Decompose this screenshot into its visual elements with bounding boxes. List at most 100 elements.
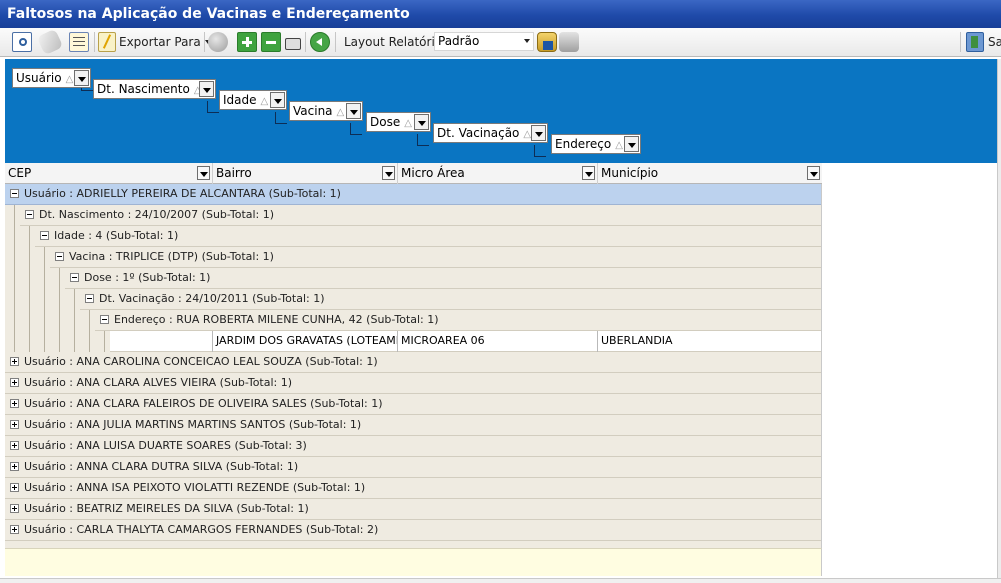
- export-icon: [98, 32, 116, 52]
- column-header-municipio[interactable]: Município: [598, 163, 822, 184]
- expand-icon[interactable]: [10, 504, 19, 513]
- exit-button[interactable]: Sa: [966, 31, 1001, 53]
- expand-icon[interactable]: [10, 420, 19, 429]
- group-row-usuario[interactable]: Usuário : ADRIELLY PEREIRA DE ALCANTARA …: [5, 184, 821, 205]
- collapse-icon[interactable]: [85, 294, 94, 303]
- collapse-icon[interactable]: [55, 252, 64, 261]
- group-row-idade[interactable]: Idade : 4 (Sub-Total: 1): [35, 226, 821, 247]
- group-chip-idade[interactable]: Idade △: [219, 90, 287, 110]
- export-menu-button[interactable]: Exportar Para: [98, 31, 211, 53]
- export-label: Exportar Para: [119, 35, 201, 49]
- collapse-icon[interactable]: [40, 231, 49, 240]
- group-by-panel: Usuário △ Dt. Nascimento △ Idade △ Vacina △ …: [5, 59, 997, 163]
- vertical-scrollbar[interactable]: [997, 59, 1001, 579]
- group-row-usuario[interactable]: Usuário : ANNA CLARA DUTRA SILVA (Sub-To…: [5, 457, 821, 478]
- layout-select[interactable]: Padrão: [434, 32, 534, 51]
- group-row-label: Dose : 1º (Sub-Total: 1): [84, 271, 211, 284]
- group-row-usuario[interactable]: Usuário : ANA LUISA DUARTE SOARES (Sub-T…: [5, 436, 821, 457]
- expand-icon[interactable]: [10, 525, 19, 534]
- group-row-usuario[interactable]: Usuário : CARLA THALYTA CAMARGOS FERNAND…: [5, 520, 821, 541]
- group-row-usuario[interactable]: Usuário : ANNA ISA PEIXOTO VIOLATTI REZE…: [5, 478, 821, 499]
- data-row[interactable]: JARDIM DOS GRAVATAS (LOTEAMENT MICROAREA…: [110, 331, 821, 352]
- group-row-label: Usuário : ANA CAROLINA CONCEICAO LEAL SO…: [24, 355, 378, 368]
- cell-cep[interactable]: [110, 331, 213, 352]
- expand-icon[interactable]: [10, 357, 19, 366]
- filter-dropdown-icon[interactable]: [199, 81, 214, 97]
- group-chip-dt-nascimento[interactable]: Dt. Nascimento △: [93, 79, 216, 99]
- group-row-usuario[interactable]: Usuário : ANA CAROLINA CONCEICAO LEAL SO…: [5, 352, 821, 373]
- expand-all-button[interactable]: [237, 31, 257, 53]
- sort-asc-icon[interactable]: △: [261, 96, 269, 107]
- filter-dropdown-icon[interactable]: [270, 92, 285, 108]
- column-header-label: Micro Área: [401, 166, 465, 180]
- expand-icon[interactable]: [10, 399, 19, 408]
- sort-asc-icon[interactable]: △: [337, 107, 345, 118]
- print-button[interactable]: [285, 31, 301, 53]
- collapse-icon[interactable]: [100, 315, 109, 324]
- filter-dropdown-icon[interactable]: [74, 70, 89, 86]
- collapse-icon[interactable]: [70, 273, 79, 282]
- save-layout-button[interactable]: [537, 31, 557, 53]
- save-layout-icon: [537, 32, 557, 52]
- cell-municipio[interactable]: UBERLANDIA: [598, 331, 821, 352]
- clear-button[interactable]: [36, 28, 64, 56]
- collapse-all-button[interactable]: [261, 31, 281, 53]
- column-header-cep[interactable]: CEP: [5, 163, 213, 184]
- filter-dropdown-icon[interactable]: [807, 166, 820, 180]
- group-row-usuario[interactable]: Usuário : ANA CLARA FALEIROS DE OLIVEIRA…: [5, 394, 821, 415]
- group-row-label: Vacina : TRIPLICE (DTP) (Sub-Total: 1): [69, 250, 274, 263]
- group-row-label: Usuário : ANNA ISA PEIXOTO VIOLATTI REZE…: [24, 481, 366, 494]
- collapse-icon[interactable]: [10, 189, 19, 198]
- filter-dropdown-icon[interactable]: [197, 166, 210, 180]
- delete-layout-icon: [559, 32, 579, 52]
- group-chip-vacina[interactable]: Vacina △: [289, 101, 363, 121]
- group-chip-usuario[interactable]: Usuário △: [12, 68, 91, 88]
- exit-label: Sa: [988, 35, 1001, 49]
- group-chip-dt-vacinacao[interactable]: Dt. Vacinação △: [433, 123, 548, 143]
- group-row-label: Dt. Vacinação : 24/10/2011 (Sub-Total: 1…: [99, 292, 325, 305]
- expand-icon[interactable]: [10, 462, 19, 471]
- sort-asc-icon[interactable]: △: [66, 74, 74, 85]
- group-row-usuario[interactable]: Usuário : BEATRIZ MEIRELES DA SILVA (Sub…: [5, 499, 821, 520]
- preview-button[interactable]: [12, 31, 32, 53]
- sort-asc-icon[interactable]: △: [615, 140, 623, 151]
- column-header-label: Bairro: [216, 166, 252, 180]
- sort-asc-icon[interactable]: △: [404, 118, 412, 129]
- expand-icon[interactable]: [10, 483, 19, 492]
- column-header-label: CEP: [8, 166, 32, 180]
- layout-label: Layout Relatório: [344, 35, 443, 49]
- filter-dropdown-icon[interactable]: [346, 103, 361, 119]
- group-chip-label: Idade: [223, 93, 257, 107]
- group-chip-endereco[interactable]: Endereço △: [551, 134, 641, 154]
- sort-asc-icon[interactable]: △: [523, 129, 531, 140]
- column-header-bairro[interactable]: Bairro: [213, 163, 398, 184]
- filter-dropdown-icon[interactable]: [624, 136, 639, 152]
- collapse-icon[interactable]: [25, 210, 34, 219]
- group-chip-dose[interactable]: Dose △: [366, 112, 431, 132]
- cell-micro-area[interactable]: MICROAREA 06: [398, 331, 598, 352]
- refresh-icon: [310, 32, 330, 52]
- circle-icon: [208, 32, 228, 52]
- grouped-grid: Usuário : ADRIELLY PEREIRA DE ALCANTARA …: [5, 184, 822, 548]
- group-row-dose[interactable]: Dose : 1º (Sub-Total: 1): [65, 268, 821, 289]
- group-row-dt-nascimento[interactable]: Dt. Nascimento : 24/10/2007 (Sub-Total: …: [20, 205, 821, 226]
- filter-dropdown-icon[interactable]: [382, 166, 395, 180]
- column-header-label: Município: [601, 166, 659, 180]
- expand-icon[interactable]: [10, 378, 19, 387]
- column-header-micro-area[interactable]: Micro Área: [398, 163, 598, 184]
- cell-bairro[interactable]: JARDIM DOS GRAVATAS (LOTEAMENT: [213, 331, 398, 352]
- refresh-button[interactable]: [310, 31, 330, 53]
- delete-layout-button[interactable]: [559, 31, 579, 53]
- filter-dropdown-icon[interactable]: [414, 114, 429, 130]
- group-row-dt-vacinacao[interactable]: Dt. Vacinação : 24/10/2011 (Sub-Total: 1…: [80, 289, 821, 310]
- disabled-button[interactable]: [208, 31, 228, 53]
- edit-button[interactable]: [69, 31, 89, 53]
- filter-dropdown-icon[interactable]: [531, 125, 546, 141]
- group-row-label: Usuário : ANA JULIA MARTINS MARTINS SANT…: [24, 418, 362, 431]
- expand-icon[interactable]: [10, 441, 19, 450]
- group-row-endereco[interactable]: Endereço : RUA ROBERTA MILENE CUNHA, 42 …: [95, 310, 821, 331]
- group-row-usuario[interactable]: Usuário : ANA CLARA ALVES VIEIRA (Sub-To…: [5, 373, 821, 394]
- filter-dropdown-icon[interactable]: [582, 166, 595, 180]
- group-row-usuario[interactable]: Usuário : ANA JULIA MARTINS MARTINS SANT…: [5, 415, 821, 436]
- group-row-vacina[interactable]: Vacina : TRIPLICE (DTP) (Sub-Total: 1): [50, 247, 821, 268]
